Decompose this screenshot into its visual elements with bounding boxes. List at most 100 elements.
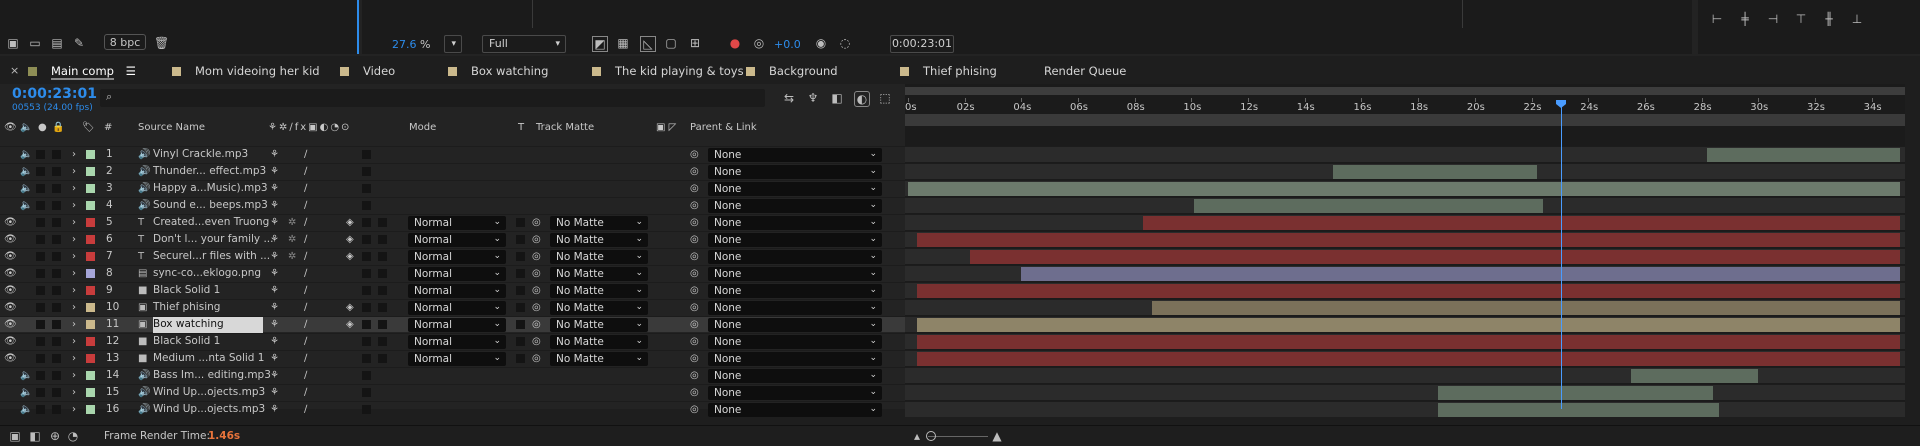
label-color-swatch[interactable] <box>86 371 95 380</box>
close-tab-icon[interactable]: × <box>10 64 19 77</box>
parent-dropdown[interactable]: None ⌄ <box>708 369 882 383</box>
audio-speaker-icon[interactable]: 🔈 <box>20 147 32 163</box>
playhead[interactable] <box>1561 102 1563 409</box>
lock-switch[interactable] <box>52 235 61 244</box>
layer-duration-bar[interactable] <box>1438 386 1713 400</box>
layer-duration-bar[interactable] <box>1438 403 1719 417</box>
quality-switch-icon[interactable]: ∕ <box>304 317 307 333</box>
preserve-transparency-switch[interactable] <box>516 269 525 278</box>
audio-speaker-icon[interactable]: 🔈 <box>20 181 32 197</box>
3d-switch[interactable] <box>378 337 387 346</box>
render-toggle-icon[interactable]: ▣ <box>8 429 22 443</box>
align-top-icon[interactable]: ⊤ <box>1794 12 1808 26</box>
resolution-dropdown[interactable]: Full ▾ <box>482 35 566 53</box>
shy-switch-icon[interactable]: ⚘ <box>270 164 279 180</box>
track-matte-dropdown[interactable]: No Matte ⌄ <box>550 301 648 315</box>
track-matte-dropdown[interactable]: No Matte ⌄ <box>550 352 648 366</box>
adjustment-switch[interactable] <box>362 354 371 363</box>
quality-switch-icon[interactable]: ∕ <box>304 385 307 401</box>
matte-pickwhip-icon[interactable]: ◎ <box>532 266 541 282</box>
collapse-switch-icon[interactable]: ✲ <box>288 249 296 265</box>
adjustment-switch[interactable] <box>362 184 371 193</box>
solo-switch[interactable] <box>36 184 45 193</box>
track-matte-dropdown[interactable]: No Matte ⌄ <box>550 284 648 298</box>
matte-pickwhip-icon[interactable]: ◎ <box>532 232 541 248</box>
quality-switch-icon[interactable]: ∕ <box>304 283 307 299</box>
parent-pickwhip-icon[interactable]: ◎ <box>690 283 699 299</box>
matte-pickwhip-icon[interactable]: ◎ <box>532 300 541 316</box>
video-eye-icon[interactable]: 👁 <box>4 351 17 367</box>
adjustment-switch[interactable] <box>362 337 371 346</box>
shy-switch-icon[interactable]: ⚘ <box>270 198 279 214</box>
layer-name[interactable]: Wind Up...ojects.mp3 <box>153 402 265 418</box>
3d-switch[interactable] <box>378 269 387 278</box>
blend-mode-dropdown[interactable]: Normal ⌄ <box>408 335 506 349</box>
expand-chevron-icon[interactable]: › <box>72 164 76 180</box>
expand-chevron-icon[interactable]: › <box>72 317 76 333</box>
shy-switch-icon[interactable]: ⚘ <box>270 368 279 384</box>
layer-search-input[interactable]: ⌕ <box>100 89 765 107</box>
adjustment-switch[interactable] <box>362 252 371 261</box>
parent-pickwhip-icon[interactable]: ◎ <box>690 402 699 418</box>
show-snapshot-icon[interactable]: ◌ <box>838 36 852 50</box>
parent-pickwhip-icon[interactable]: ◎ <box>690 334 699 350</box>
tab-5[interactable]: Background <box>746 58 838 84</box>
3d-switch[interactable] <box>378 354 387 363</box>
3d-switch[interactable] <box>378 252 387 261</box>
tab-3[interactable]: Box watching <box>448 58 548 84</box>
quality-switch-icon[interactable]: ∕ <box>304 351 307 367</box>
adjustment-switch[interactable] <box>362 167 371 176</box>
layer-name[interactable]: Thief phising <box>153 300 263 316</box>
comp-mini-flowchart-icon[interactable]: ⇆ <box>782 91 796 105</box>
shy-switch-icon[interactable]: ⚘ <box>270 300 279 316</box>
layer-row[interactable]: 👁 › 13 ■ Medium ...nta Solid 1 ⚘ ∕ Norma… <box>0 350 905 366</box>
mask-visibility-icon[interactable]: ◺ <box>640 36 656 52</box>
solo-switch[interactable] <box>36 252 45 261</box>
solo-switch[interactable] <box>36 337 45 346</box>
tab-4[interactable]: The kid playing & toys <box>592 58 744 84</box>
solo-switch[interactable] <box>36 320 45 329</box>
track-matte-dropdown[interactable]: No Matte ⌄ <box>550 250 648 264</box>
layer-row[interactable]: 👁 › 7 T Securel...r files with ... ⚘ ✲ ∕… <box>0 248 905 264</box>
solo-switch[interactable] <box>36 303 45 312</box>
expand-chevron-icon[interactable]: › <box>72 368 76 384</box>
parent-dropdown[interactable]: None ⌄ <box>708 182 882 196</box>
expand-transfer-controls-icon[interactable]: ⊕ <box>48 429 62 443</box>
shy-switch-icon[interactable]: ⚘ <box>270 402 279 418</box>
expand-chevron-icon[interactable]: › <box>72 181 76 197</box>
parent-pickwhip-icon[interactable]: ◎ <box>690 317 699 333</box>
lock-switch[interactable] <box>52 167 61 176</box>
video-eye-icon[interactable]: 👁 <box>4 215 17 231</box>
layer-duration-bar[interactable] <box>970 250 1900 264</box>
layer-duration-bar[interactable] <box>1707 148 1900 162</box>
layer-duration-bar[interactable] <box>1151 301 1900 315</box>
matte-pickwhip-icon[interactable]: ◎ <box>532 334 541 350</box>
lock-switch[interactable] <box>52 320 61 329</box>
video-eye-icon[interactable]: 👁 <box>4 249 17 265</box>
motion-blur-switch-icon[interactable]: ◈ <box>346 300 354 316</box>
layer-row[interactable]: 🔈 › 4 🔊 Sound e... beeps.mp3 ⚘ ∕ ◎ None ⌄ <box>0 197 905 213</box>
track-matte-dropdown[interactable]: No Matte ⌄ <box>550 233 648 247</box>
blend-mode-dropdown[interactable]: Normal ⌄ <box>408 284 506 298</box>
expand-chevron-icon[interactable]: › <box>72 147 76 163</box>
parent-pickwhip-icon[interactable]: ◎ <box>690 181 699 197</box>
parent-pickwhip-icon[interactable]: ◎ <box>690 266 699 282</box>
adjustment-switch[interactable] <box>362 371 371 380</box>
quality-switch-icon[interactable]: ∕ <box>304 334 307 350</box>
layer-name[interactable]: Black Solid 1 <box>153 334 263 350</box>
layer-row[interactable]: 👁 › 11 ▣ Box watching ⚘ ∕ ◈ Normal ⌄ ◎ No M… <box>0 316 905 333</box>
motion-blur-switch-icon[interactable]: ◈ <box>346 232 354 248</box>
video-eye-icon[interactable]: 👁 <box>4 266 17 282</box>
parent-dropdown[interactable]: None ⌄ <box>708 386 882 400</box>
quality-switch-icon[interactable]: ∕ <box>304 368 307 384</box>
vertical-scrollbar[interactable] <box>1905 84 1920 409</box>
color-channels-icon[interactable]: ● <box>728 36 742 50</box>
solo-switch[interactable] <box>36 269 45 278</box>
expand-chevron-icon[interactable]: › <box>72 283 76 299</box>
quality-switch-icon[interactable]: ∕ <box>304 232 307 248</box>
adjustment-switch[interactable] <box>362 269 371 278</box>
parent-pickwhip-icon[interactable]: ◎ <box>690 198 699 214</box>
preserve-transparency-switch[interactable] <box>516 303 525 312</box>
video-eye-icon[interactable]: 👁 <box>4 283 17 299</box>
expand-chevron-icon[interactable]: › <box>72 402 76 418</box>
